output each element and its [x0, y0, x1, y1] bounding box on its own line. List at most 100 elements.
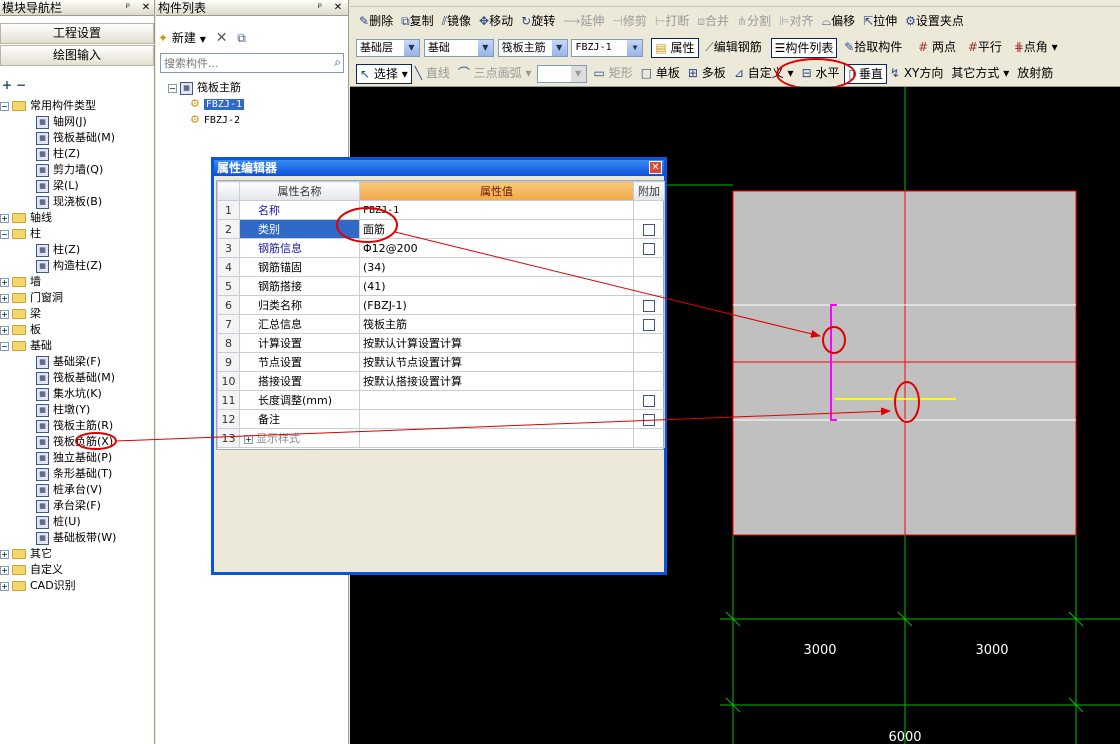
delete-icon[interactable]: ✕ [216, 30, 228, 46]
draw-button-2[interactable]: ⌒ 三点画弧 ▾ [455, 62, 535, 84]
property-value[interactable]: (FBZJ-1) [359, 295, 634, 315]
tree-expand-icon[interactable]: + [0, 581, 9, 591]
pin-icon[interactable]: ᵖ [314, 1, 326, 15]
component-item-fbzj-1[interactable]: FBZJ-1 [203, 99, 244, 110]
extra-checkbox[interactable] [643, 299, 655, 312]
category-select[interactable]: 基础 ▼ [423, 38, 494, 57]
tree-folder[interactable]: + 轴线 [0, 210, 155, 226]
draw-button-4[interactable]: □ 单板 [638, 62, 683, 84]
close-icon[interactable]: ✕ [140, 1, 152, 15]
extra-cell[interactable] [633, 295, 665, 315]
tool-button-5[interactable]: ⟶延伸 [560, 10, 607, 32]
parallel-button[interactable]: #平行 [965, 36, 1005, 58]
tree-item[interactable]: ▦ 集水坑(K) [0, 386, 155, 402]
tree-item[interactable]: ▦ 基础板带(W) [0, 530, 155, 546]
tree-folder[interactable]: + 板 [0, 322, 155, 338]
tree-expand-icon[interactable]: + [0, 309, 9, 319]
tree-folder[interactable]: − 柱 [0, 226, 155, 242]
point-angle-button[interactable]: ⋕点角 ▾ [1011, 36, 1061, 58]
property-value[interactable]: (41) [359, 276, 634, 296]
tool-button-10[interactable]: ⊫对齐 [776, 10, 816, 32]
component-select[interactable]: FBZJ-1 ▼ [571, 38, 644, 57]
extra-checkbox[interactable] [643, 223, 655, 236]
tool-button-1[interactable]: ⧉复制 [398, 10, 437, 32]
tree-item[interactable]: ▦ 剪力墙(Q) [0, 162, 155, 178]
property-value[interactable]: (34) [359, 257, 634, 277]
dropdown-arrow-icon[interactable]: ▼ [200, 35, 206, 44]
table-row[interactable]: 9 节点设置 按默认节点设置计算 [217, 352, 665, 372]
properties-button[interactable]: ▤ 属性 [651, 37, 699, 58]
tree-item[interactable]: ▦ 筏板主筋(R) [0, 418, 155, 434]
pick-component-button[interactable]: ✎拾取构件 [841, 36, 905, 58]
tree-collapse-icon[interactable]: − [0, 101, 9, 111]
tree-expand-icon[interactable]: + [0, 549, 9, 559]
extra-cell[interactable] [633, 409, 665, 429]
table-row[interactable]: 7 汇总信息 筏板主筋 [217, 314, 665, 334]
tool-button-0[interactable]: ✎删除 [356, 10, 396, 32]
property-value[interactable]: 筏板主筋 [359, 314, 634, 334]
extra-checkbox[interactable] [643, 242, 655, 255]
table-row[interactable]: 2 类别 面筋 [217, 219, 665, 239]
table-row[interactable]: 3 钢筋信息 Φ12@200 [217, 238, 665, 258]
table-row[interactable]: 5 钢筋搭接 (41) [217, 276, 665, 296]
tree-folder[interactable]: + 墙 [0, 274, 155, 290]
tree-item[interactable]: ▦ 柱墩(Y) [0, 402, 155, 418]
tree-expand-icon[interactable]: + [0, 293, 9, 303]
property-value[interactable]: 按默认节点设置计算 [359, 352, 634, 372]
property-value[interactable]: 面筋 [359, 219, 634, 239]
table-row[interactable]: 8 计算设置 按默认计算设置计算 [217, 333, 665, 353]
tool-button-9[interactable]: ⋔分割 [734, 10, 774, 32]
extra-cell[interactable] [633, 390, 665, 410]
tool-button-12[interactable]: ⇱拉伸 [860, 10, 900, 32]
extra-cell[interactable] [633, 314, 665, 334]
tree-item[interactable]: ▦ 轴网(J) [0, 114, 155, 130]
tree-collapse-icon[interactable]: − [0, 229, 9, 239]
header-property-value[interactable]: 属性值 [359, 181, 634, 201]
tool-button-4[interactable]: ↻旋转 [518, 10, 558, 32]
tree-item[interactable]: ▦ 基础梁(F) [0, 354, 155, 370]
tree-expand-icon[interactable]: + [0, 277, 9, 287]
draw-button-0[interactable]: ↖ 选择 ▾ [356, 63, 412, 84]
component-root[interactable]: 筏板主筋 [197, 81, 241, 94]
property-value[interactable]: 按默认计算设置计算 [359, 333, 634, 353]
extra-checkbox[interactable] [643, 318, 655, 331]
tree-folder[interactable]: + CAD识别 [0, 578, 155, 594]
draw-button-3[interactable]: ▭ 矩形 [591, 62, 636, 84]
tree-item[interactable]: ▦ 柱(Z) [0, 242, 155, 258]
property-value[interactable]: 按默认搭接设置计算 [359, 371, 634, 391]
edit-rebar-button[interactable]: ⟋编辑钢筋 [702, 36, 764, 58]
tree-collapse-icon[interactable]: − [168, 83, 177, 93]
tool-button-13[interactable]: ⚙设置夹点 [902, 10, 967, 32]
tree-item[interactable]: ▦ 梁(L) [0, 178, 155, 194]
tree-item[interactable]: ▦ 筏板负筋(X) [0, 434, 155, 450]
draw-button-5[interactable]: ⊞ 多板 [685, 62, 729, 84]
search-icon[interactable]: ⌕ [334, 55, 341, 70]
tool-button-11[interactable]: ⌓偏移 [819, 10, 859, 32]
header-extra[interactable]: 附加 [633, 181, 665, 201]
tree-folder[interactable]: + 其它 [0, 546, 155, 562]
property-value[interactable]: Φ12@200 [359, 238, 634, 258]
tree-folder[interactable]: + 自定义 [0, 562, 155, 578]
copy-icon[interactable]: ⧉ [237, 31, 246, 45]
tree-expand-icon[interactable]: + [0, 565, 9, 575]
tree-item[interactable]: ▦ 桩承台(V) [0, 482, 155, 498]
header-property-name[interactable]: 属性名称 [239, 181, 360, 201]
tool-button-3[interactable]: ✥移动 [476, 10, 516, 32]
search-input[interactable] [161, 54, 321, 72]
table-row[interactable]: 6 归类名称 (FBZJ-1) [217, 295, 665, 315]
property-value[interactable]: FBZJ-1 [359, 200, 634, 220]
tree-item[interactable]: ▦ 柱(Z) [0, 146, 155, 162]
tree-item[interactable]: ▦ 构造柱(Z) [0, 258, 155, 274]
table-row[interactable]: 1 名称 FBZJ-1 [217, 200, 665, 220]
type-select[interactable]: 筏板主筋 ▼ [497, 38, 568, 57]
dialog-title-bar[interactable]: 属性编辑器 ✕ [214, 160, 664, 176]
floor-select[interactable]: 基础层 ▼ [356, 38, 420, 57]
draw-button-10[interactable]: 其它方式 ▾ [948, 62, 1012, 84]
tree-folder[interactable]: − 基础 [0, 338, 155, 354]
tree-expand-icon[interactable]: + [244, 434, 253, 444]
table-row[interactable]: 10 搭接设置 按默认搭接设置计算 [217, 371, 665, 391]
tree-folder[interactable]: + 梁 [0, 306, 155, 322]
tool-button-2[interactable]: ⫽镜像 [439, 10, 474, 32]
property-value[interactable] [359, 409, 634, 429]
tree-expand-icon[interactable]: + [0, 213, 9, 223]
